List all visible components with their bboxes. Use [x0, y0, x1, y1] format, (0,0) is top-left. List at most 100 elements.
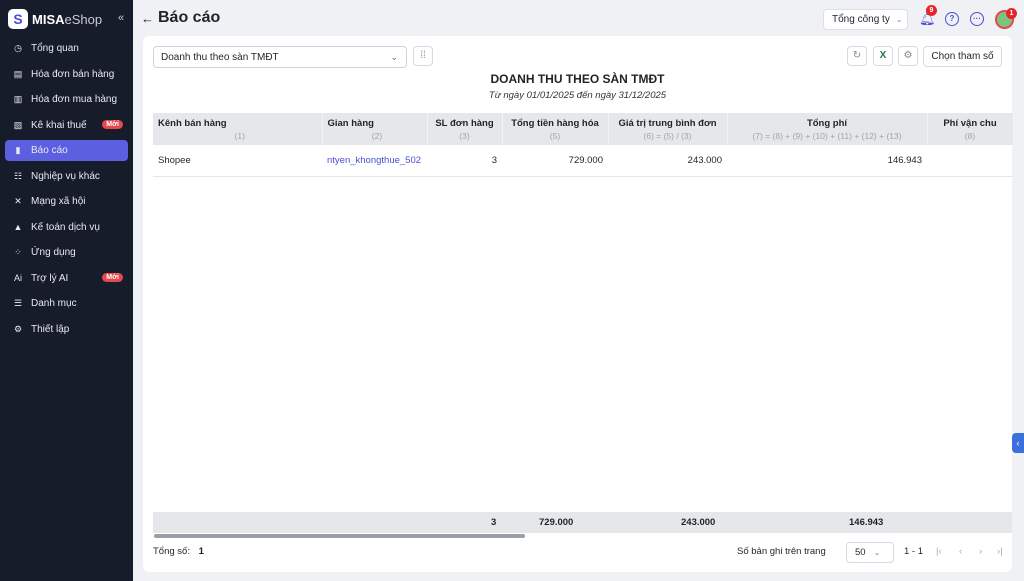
sidebar-item-label: Kê khai thuế — [31, 119, 87, 131]
company-select[interactable]: Tổng công ty ⌄ — [823, 9, 908, 30]
sidebar-item-ai-assistant[interactable]: Ai Trợ lý AI Mới — [5, 268, 128, 289]
purchase-invoice-icon: ▥ — [13, 94, 23, 104]
cell-shop-link[interactable]: ntyen_khongthue_502 — [322, 145, 427, 177]
refresh-button[interactable]: ↻ — [847, 46, 867, 66]
sidebar-item-label: Thiết lập — [31, 323, 70, 335]
column-title: Tổng phí — [806, 118, 848, 129]
notification-count: 9 — [926, 5, 937, 16]
chevron-down-icon: ⌄ — [390, 51, 398, 62]
column-header: Tổng phí (7) = (8) + (9) + (10) + (11) + … — [727, 113, 928, 145]
per-page-label: Số bản ghi trên trang — [737, 546, 826, 557]
sidebar-item-report[interactable]: ▮ Báo cáo — [5, 140, 128, 161]
avatar-badge: 1 — [1006, 8, 1017, 19]
column-title: Kênh bán hàng — [158, 118, 227, 129]
social-icon: ✕ — [14, 196, 22, 206]
sidebar-item-apps[interactable]: ⁘ Ứng dụng — [5, 242, 128, 263]
sidebar-item-tax[interactable]: ▧ Kê khai thuế Mới — [5, 115, 128, 136]
column-formula: (3) — [459, 131, 470, 141]
logo[interactable]: S MISAeShop — [8, 9, 102, 29]
total-orders: 3 — [491, 517, 497, 528]
sidebar-item-dashboard[interactable]: ◷ Tổng quan — [5, 38, 128, 59]
chevron-down-icon: ⌄ — [873, 548, 881, 557]
column-header: Kênh bán hàng (1) — [153, 113, 323, 145]
first-page-icon[interactable]: |‹ — [936, 546, 942, 557]
pagination-footer: Tổng số: 1 Số bản ghi trên trang 50 ⌄ 1 -… — [153, 542, 1003, 566]
new-badge: Mới — [102, 119, 123, 129]
sidebar-item-label: Mạng xã hội — [31, 196, 86, 207]
sidebar-item-social[interactable]: ✕ Mạng xã hội — [5, 191, 128, 212]
report-table: Kênh bán hàng (1) Gian hàng (2) SL đơn hàng (… — [153, 113, 1014, 177]
prev-page-icon[interactable]: ‹ — [959, 546, 962, 557]
total-goods: 729.000 — [539, 517, 574, 528]
report-card: Doanh thu theo sàn TMĐT ⌄ ⁞⁞ ↻ X ⚙ Chọn t… — [143, 36, 1014, 572]
collapse-sidebar-icon[interactable]: « — [118, 12, 124, 24]
column-formula: (1) — [234, 131, 245, 141]
sidebar-item-label: Hóa đơn bán hàng — [31, 68, 115, 80]
sidebar-item-label: Ứng dụng — [31, 247, 76, 258]
sidebar-item-catalog[interactable]: ☰ Danh mục — [5, 293, 128, 314]
cell-avg-order: 243.000 — [608, 145, 727, 177]
cell-channel: Shopee — [153, 145, 322, 177]
per-page-select[interactable]: 50 ⌄ — [846, 542, 894, 563]
cell-shipping-fee — [927, 145, 1013, 177]
back-arrow-icon[interactable]: ← — [141, 11, 154, 26]
logo-icon: S — [8, 9, 28, 29]
sidebar-item-sales-invoice[interactable]: ▤ Hóa đơn bán hàng — [5, 64, 128, 85]
column-formula: (2) — [371, 131, 383, 141]
sidebar: S MISAeShop « ◷ Tổng quan ▤ Hóa đơn bán hàn… — [0, 0, 133, 581]
side-panel-toggle-icon[interactable]: ‹ — [1012, 433, 1024, 453]
brand-name: MISA — [32, 11, 65, 27]
other-ops-icon: ☷ — [13, 170, 23, 181]
column-title: Phí vận chu — [943, 118, 997, 129]
sidebar-nav: ◷ Tổng quan ▤ Hóa đơn bán hàng ▥ Hóa đơn mua … — [5, 38, 128, 344]
sidebar-item-purchase-invoice[interactable]: ▥ Hóa đơn mua hàng — [5, 89, 128, 110]
sidebar-item-label: Hóa đơn mua hàng — [31, 94, 118, 105]
column-title: SL đơn hàng — [435, 118, 494, 129]
report-type-select[interactable]: Doanh thu theo sàn TMĐT ⌄ — [153, 46, 407, 68]
ai-assistant-icon: Ai — [13, 273, 22, 283]
column-title: Giá trị trung bình đơn — [618, 118, 717, 129]
apps-icon: ⁘ — [14, 247, 22, 257]
sidebar-item-label: Nghiệp vụ khác — [31, 170, 100, 182]
column-header: Tổng tiền hàng hóa (5) — [502, 113, 609, 145]
column-header: SL đơn hàng (3) — [427, 113, 503, 145]
more-icon[interactable]: ··· — [970, 12, 984, 26]
report-icon: ▮ — [15, 145, 21, 155]
column-formula: (7) = (8) + (9) + (10) + (11) + (12) + (… — [752, 131, 902, 141]
catalog-icon: ☰ — [13, 298, 23, 308]
column-header: Gian hàng (2) — [322, 113, 428, 145]
column-title: Gian hàng — [327, 118, 374, 129]
column-header: Phí vận chu (8) — [927, 113, 1014, 145]
page-title: Báo cáo — [158, 9, 221, 26]
sidebar-item-settings[interactable]: ⚙ Thiết lập — [5, 319, 128, 340]
table-row[interactable]: Shopee ntyen_khongthue_502 3 729.000 243… — [153, 145, 1013, 177]
settings-button[interactable]: ⚙ — [898, 46, 918, 66]
cell-orders: 3 — [427, 145, 502, 177]
report-date-range: Từ ngày 01/01/2025 đến ngày 31/12/2025 — [488, 90, 667, 101]
column-settings-button[interactable]: ⁞⁞ — [413, 46, 433, 66]
company-label: Tổng công ty — [832, 14, 890, 25]
excel-export-button[interactable]: X — [873, 46, 893, 66]
sidebar-item-other-ops[interactable]: ☷ Nghiệp vụ khác — [5, 166, 128, 187]
sidebar-item-label: Kế toán dịch vụ — [31, 221, 100, 233]
new-badge: Mới — [102, 272, 123, 282]
column-header: Giá trị trung bình đơn (6) = (5) / (3) — [608, 113, 728, 145]
help-icon[interactable]: ? — [945, 12, 959, 26]
column-formula: (6) = (5) / (3) — [643, 131, 692, 141]
last-page-icon[interactable]: ›| — [997, 546, 1003, 557]
totals-row: 3 729.000 243.000 146.943 — [153, 512, 1012, 533]
total-fee: 146.943 — [849, 517, 884, 528]
sidebar-item-accounting-service[interactable]: ▲ Kế toán dịch vụ — [5, 217, 128, 238]
brand-name-suffix: eShop — [64, 11, 103, 27]
sidebar-item-label: Danh mục — [31, 298, 77, 309]
total-value: 1 — [198, 546, 204, 557]
horizontal-scrollbar[interactable] — [154, 534, 525, 538]
column-formula: (5) — [549, 131, 561, 141]
next-page-icon[interactable]: › — [979, 546, 982, 557]
choose-params-button[interactable]: Chọn tham số — [923, 46, 1002, 67]
sales-invoice-icon: ▤ — [13, 68, 23, 79]
page-range: 1 - 1 — [904, 546, 924, 557]
table-header-row: Kênh bán hàng (1) Gian hàng (2) SL đơn hàng (… — [153, 113, 1014, 145]
dashboard-icon: ◷ — [14, 43, 22, 53]
total-avg-order: 243.000 — [681, 517, 716, 528]
